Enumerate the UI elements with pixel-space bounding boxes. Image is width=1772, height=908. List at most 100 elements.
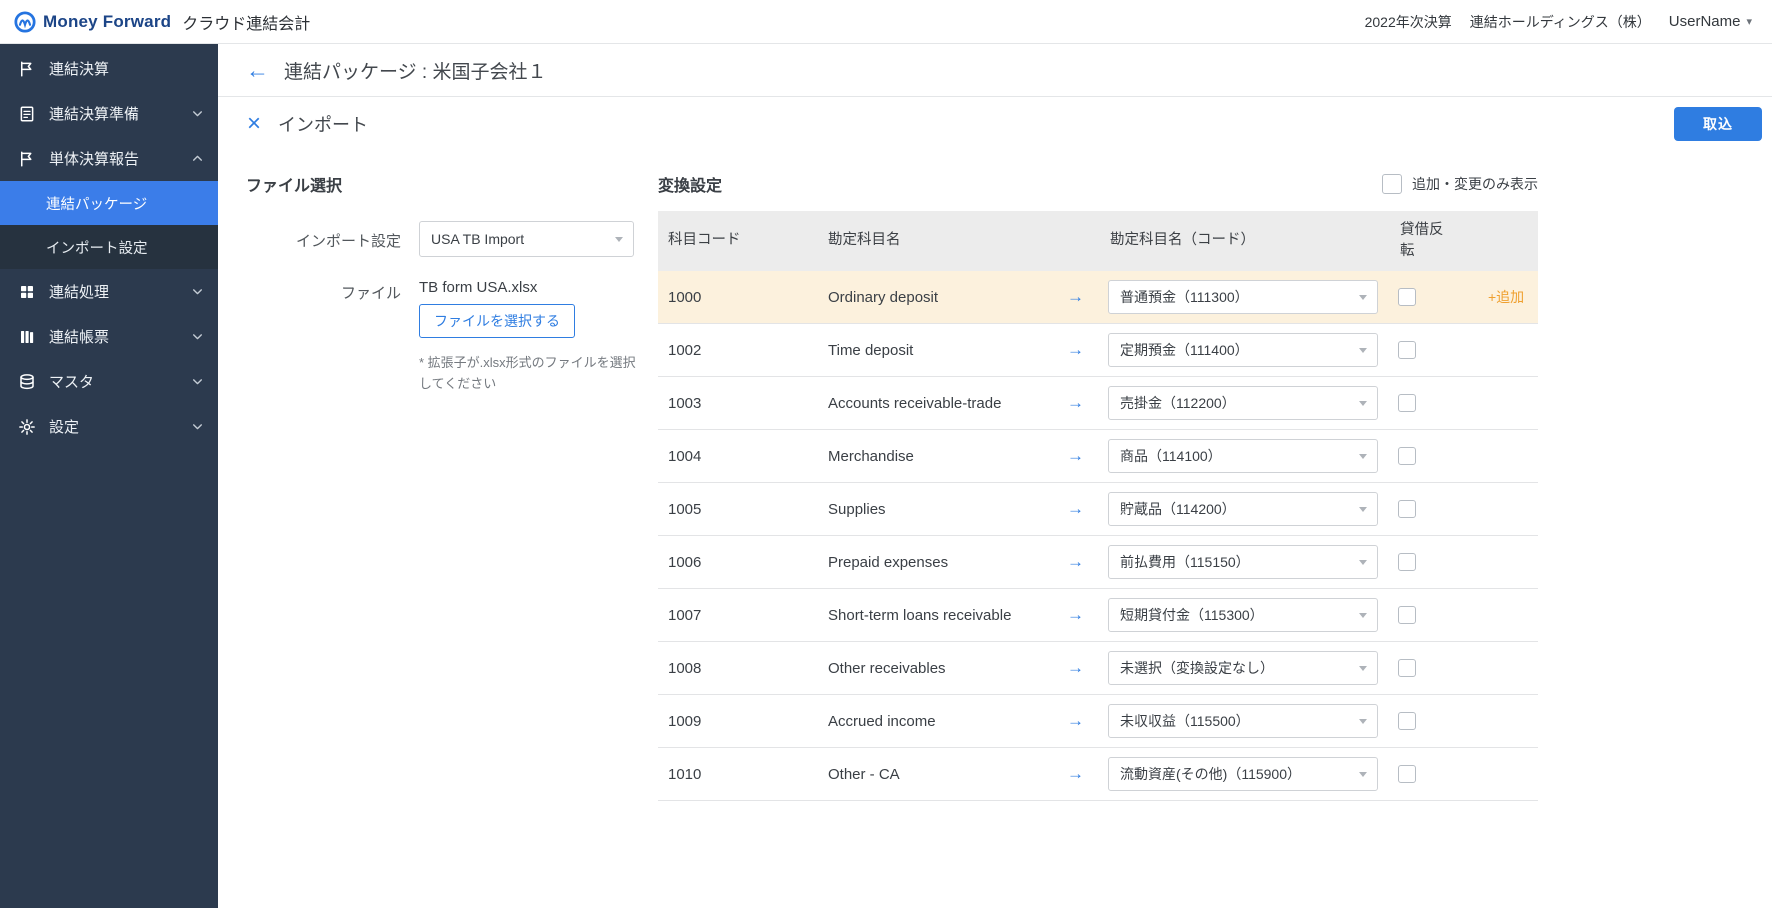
chevron-down-icon [1359,401,1367,406]
row-select-value: 売掛金（112200） [1120,393,1236,413]
row-account-select[interactable]: 貯蔵品（114200） [1108,492,1378,526]
chevron-down-icon [1359,719,1367,724]
row-account-name: Prepaid expenses [828,554,948,571]
document-icon [17,104,36,123]
table-row: 1008 Other receivables → 未選択（変換設定なし） [658,642,1538,695]
row-account-select[interactable]: 普通預金（111300） [1108,280,1378,314]
chevron-down-icon: ▾ [1746,15,1752,28]
sidebar-subitem-label: インポート設定 [46,237,148,258]
row-account-select[interactable]: 短期貸付金（115300） [1108,598,1378,632]
row-account-select[interactable]: 未収収益（115500） [1108,704,1378,738]
page-header: ← 連結パッケージ : 米国子会社１ [218,44,1772,97]
brand: Money Forward クラウド連結会計 [14,10,310,34]
choose-file-button[interactable]: ファイルを選択する [419,304,575,338]
row-code: 1002 [658,342,818,359]
reverse-checkbox[interactable] [1398,765,1416,783]
arrow-right-icon: → [1067,340,1084,360]
row-select-value: 前払費用（115150） [1120,552,1250,572]
chevron-down-icon [191,330,204,343]
table-row: 1009 Accrued income → 未収収益（115500） [658,695,1538,748]
row-select-value: 未選択（変換設定なし） [1120,658,1274,678]
reverse-checkbox[interactable] [1398,659,1416,677]
grid-icon [17,282,36,301]
row-account-name: Short-term loans receivable [828,607,1011,624]
sidebar-item-consolidation-process[interactable]: 連結処理 [0,269,218,314]
arrow-right-icon: → [1067,764,1084,784]
sidebar-item-consolidated-reports[interactable]: 連結帳票 [0,314,218,359]
row-select-value: 商品（114100） [1120,446,1222,466]
table-row: 1006 Prepaid expenses → 前払費用（115150） [658,536,1538,589]
column-header-code: 科目コード [658,230,818,251]
row-code: 1005 [658,501,818,518]
sidebar-item-label: 設定 [49,416,79,437]
import-submit-button[interactable]: 取込 [1674,107,1762,141]
sidebar-item-label: マスタ [49,371,94,392]
filter-added-changed-checkbox[interactable]: 追加・変更のみ表示 [1382,174,1538,194]
import-title: インポート [278,111,368,137]
back-button[interactable]: ← [246,59,269,82]
chevron-down-icon [1359,613,1367,618]
sidebar-item-label: 連結決算準備 [49,103,139,124]
product-name: クラウド連結会計 [182,10,310,34]
sidebar-item-consolidated-closing[interactable]: 連結決算 [0,46,218,91]
sidebar-item-label: 連結処理 [49,281,109,302]
selected-file-name: TB form USA.xlsx [419,279,639,296]
row-account-select[interactable]: 商品（114100） [1108,439,1378,473]
row-account-select[interactable]: 売掛金（112200） [1108,386,1378,420]
arrow-right-icon: → [1067,711,1084,731]
sidebar-item-consolidation-package[interactable]: 連結パッケージ [0,181,218,225]
database-icon [17,372,36,391]
table-row: 1000 Ordinary deposit → 普通預金（111300） +追加 [658,271,1538,324]
user-menu[interactable]: UserName ▾ [1669,13,1752,30]
row-account-name: Other - CA [828,766,900,783]
sidebar-item-label: 単体決算報告 [49,148,139,169]
row-add-button[interactable]: +追加 [1488,289,1524,305]
sidebar-item-standalone-report[interactable]: 単体決算報告 [0,136,218,181]
topbar: Money Forward クラウド連結会計 2022年次決算 連結ホールディン… [0,0,1772,44]
sidebar-item-import-settings[interactable]: インポート設定 [0,225,218,269]
arrow-right-icon: → [1067,658,1084,678]
sidebar-item-master[interactable]: マスタ [0,359,218,404]
sidebar-submenu: 連結パッケージ インポート設定 [0,181,218,269]
reverse-checkbox[interactable] [1398,500,1416,518]
arrow-right-icon: → [1067,446,1084,466]
moneyforward-logo-icon [14,11,36,33]
reverse-checkbox[interactable] [1398,288,1416,306]
reverse-checkbox[interactable] [1398,341,1416,359]
chevron-down-icon [1359,454,1367,459]
column-header-account-name: 勘定科目名 [818,230,1100,251]
flag-icon [17,59,36,78]
table-row: 1007 Short-term loans receivable → 短期貸付金… [658,589,1538,642]
row-account-name: Other receivables [828,660,946,677]
reverse-checkbox[interactable] [1398,606,1416,624]
import-setting-select[interactable]: USA TB Import [419,221,634,257]
import-setting-label: インポート設定 [246,221,401,257]
sidebar-item-closing-preparation[interactable]: 連結決算準備 [0,91,218,136]
reverse-checkbox[interactable] [1398,553,1416,571]
chevron-down-icon [1359,560,1367,565]
conversion-table-body: 1000 Ordinary deposit → 普通預金（111300） +追加… [658,271,1538,801]
sidebar-item-settings[interactable]: 設定 [0,404,218,449]
row-account-select[interactable]: 定期預金（111400） [1108,333,1378,367]
close-icon[interactable]: × [247,112,261,136]
import-header: × インポート 取込 [218,97,1772,151]
row-account-select[interactable]: 未選択（変換設定なし） [1108,651,1378,685]
chevron-down-icon [191,107,204,120]
conversion-settings-panel: 変換設定 追加・変更のみ表示 科目コード 勘定科目名 勘定科目名（コード） 貸借… [658,172,1538,801]
fiscal-period: 2022年次決算 [1365,12,1452,32]
sidebar-item-label: 連結決算 [49,58,109,79]
binder-icon [17,327,36,346]
row-account-select[interactable]: 流動資産(その他)（115900） [1108,757,1378,791]
row-code: 1004 [658,448,818,465]
brand-name: Money Forward [43,12,171,32]
table-row: 1003 Accounts receivable-trade → 売掛金（112… [658,377,1538,430]
chevron-down-icon [615,237,623,242]
reverse-checkbox[interactable] [1398,712,1416,730]
row-account-select[interactable]: 前払費用（115150） [1108,545,1378,579]
arrow-right-icon: → [1067,499,1084,519]
reverse-checkbox[interactable] [1398,394,1416,412]
chevron-up-icon [191,152,204,165]
chevron-down-icon [1359,507,1367,512]
table-row: 1004 Merchandise → 商品（114100） [658,430,1538,483]
reverse-checkbox[interactable] [1398,447,1416,465]
